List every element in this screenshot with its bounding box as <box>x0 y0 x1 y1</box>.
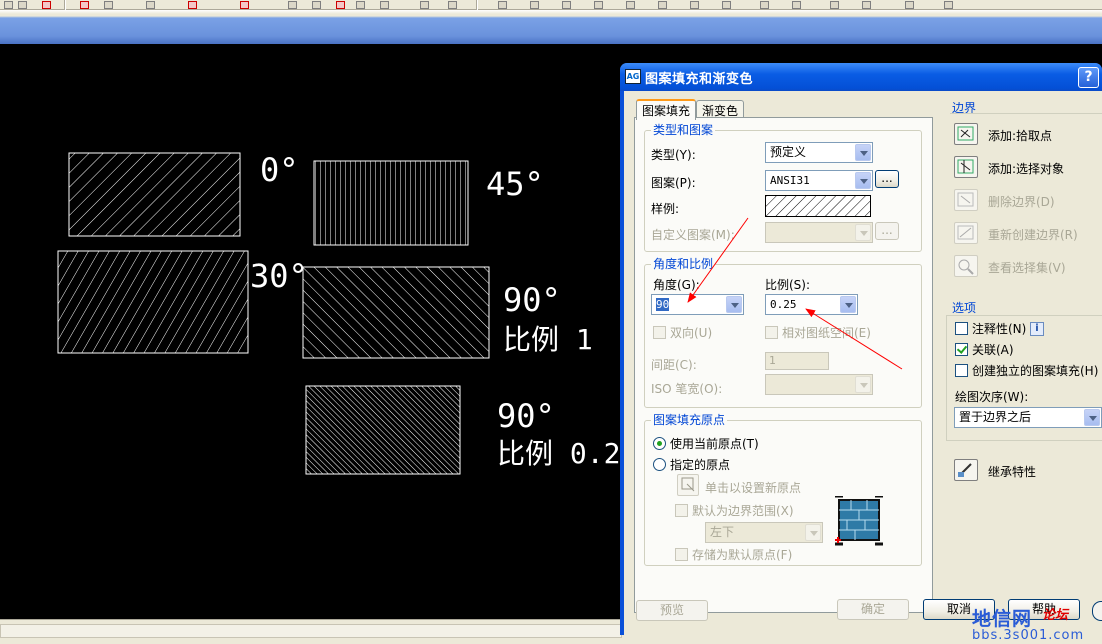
watermark-forum: 论坛 <box>1042 608 1069 623</box>
annotation-overlay <box>687 217 903 370</box>
annotation-arrow-angle <box>687 217 749 303</box>
watermark-url: bbs.3s001.com <box>972 628 1085 643</box>
watermark-brand: 地信网 <box>972 608 1033 630</box>
annotation-arrow-scale <box>805 308 903 370</box>
tab-hatch[interactable]: 图案填充 <box>636 99 697 120</box>
